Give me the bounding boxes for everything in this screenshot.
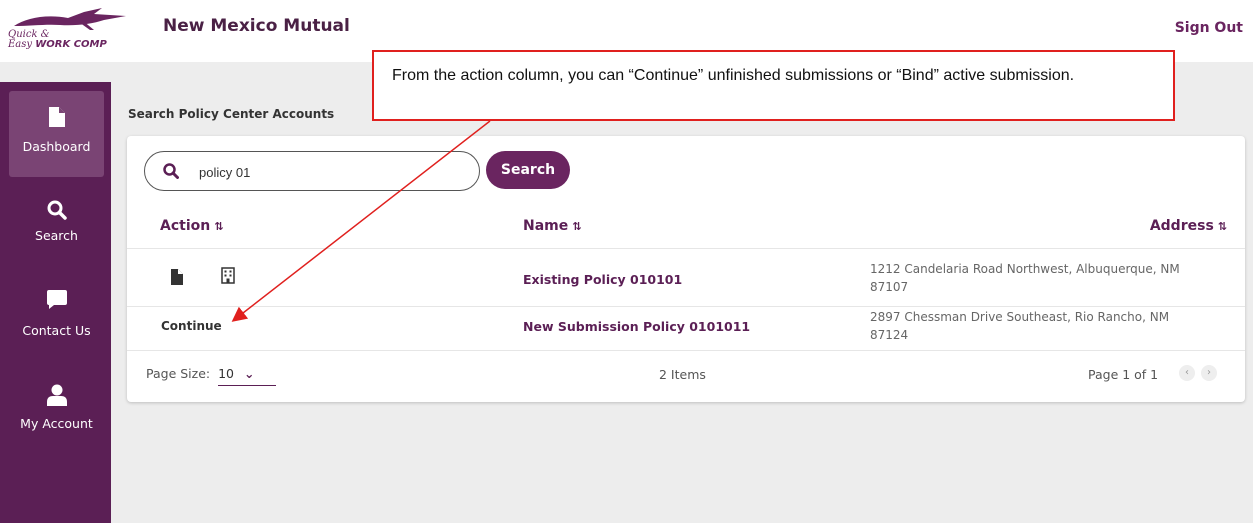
sidebar-item-dashboard[interactable]: Dashboard (9, 91, 104, 177)
page-size-select[interactable]: 10 ⌄ (218, 366, 277, 386)
chat-bubble-icon (46, 290, 67, 309)
document-icon (48, 107, 65, 127)
section-title: Search Policy Center Accounts (128, 107, 335, 121)
column-label: Name (523, 218, 569, 234)
search-icon (163, 163, 179, 179)
search-icon (47, 200, 67, 220)
row-divider (127, 350, 1245, 351)
sort-icon[interactable]: ⇅ (1218, 220, 1227, 233)
policy-address: 1212 Candelaria Road Northwest, Albuquer… (870, 260, 1232, 296)
next-page-icon[interactable]: › (1201, 365, 1217, 381)
document-icon[interactable] (171, 269, 183, 285)
search-input[interactable] (199, 162, 459, 182)
chevron-down-icon: ⌄ (244, 366, 255, 381)
user-icon (46, 384, 67, 406)
policy-address: 2897 Chessman Drive Southeast, Rio Ranch… (870, 308, 1232, 344)
continue-link[interactable]: Continue (161, 319, 222, 333)
address-line: 1212 Candelaria Road Northwest, Albuquer… (870, 262, 1180, 276)
page-size-value: 10 (218, 366, 234, 381)
company-name: New Mexico Mutual (163, 16, 350, 36)
sidebar-item-label: Search (35, 228, 78, 243)
column-label: Action (160, 218, 211, 234)
page-size-label: Page Size: (146, 366, 211, 381)
sidebar-item-search[interactable]: Search (9, 200, 104, 260)
address-line: 2897 Chessman Drive Southeast, Rio Ranch… (870, 310, 1170, 324)
column-header-address[interactable]: Address ⇅ (1150, 218, 1227, 234)
column-header-action[interactable]: Action ⇅ (160, 218, 223, 234)
sidebar-nav: Dashboard Search Contact Us My Account (0, 82, 111, 523)
quick-easy-work-comp-logo[interactable]: Quick & Easy WORK COMP (6, 8, 136, 52)
sign-out-link[interactable]: Sign Out (1175, 20, 1243, 36)
search-results-card: Search Action⇅ Name⇅ Address⇅ Existing P… (127, 136, 1245, 402)
search-box (144, 151, 480, 191)
logo-workcomp-text: WORK COMP (35, 39, 107, 50)
logo-text: Quick & Easy WORK COMP (8, 30, 107, 50)
policy-name[interactable]: New Submission Policy 0101011 (523, 319, 750, 334)
sort-icon[interactable]: ⇅ (214, 220, 223, 233)
search-button[interactable]: Search (486, 151, 570, 189)
column-label: Address (1149, 218, 1214, 234)
sort-icon[interactable]: ⇅ (572, 220, 581, 233)
items-count: 2 Items (659, 367, 706, 382)
column-header-name[interactable]: Name ⇅ (523, 218, 581, 234)
sidebar-item-label: Dashboard (22, 139, 91, 154)
address-zip: 87107 (870, 280, 909, 294)
logo-easy-text: Easy (8, 39, 33, 50)
page-info: Page 1 of 1 (1088, 367, 1159, 382)
policy-name[interactable]: Existing Policy 010101 (523, 272, 682, 287)
sidebar-item-label: My Account (20, 416, 93, 431)
address-zip: 87124 (870, 328, 909, 342)
sidebar-item-contact-us[interactable]: Contact Us (9, 290, 104, 350)
prev-page-icon[interactable]: ‹ (1179, 365, 1195, 381)
building-icon[interactable] (221, 267, 235, 284)
row-divider (127, 248, 1245, 249)
annotation-callout: From the action column, you can “Continu… (372, 50, 1175, 121)
row-divider (127, 306, 1245, 307)
sidebar-item-label: Contact Us (22, 323, 91, 338)
sidebar-item-my-account[interactable]: My Account (9, 384, 104, 444)
page-size-control: Page Size: 10 ⌄ (146, 366, 277, 386)
